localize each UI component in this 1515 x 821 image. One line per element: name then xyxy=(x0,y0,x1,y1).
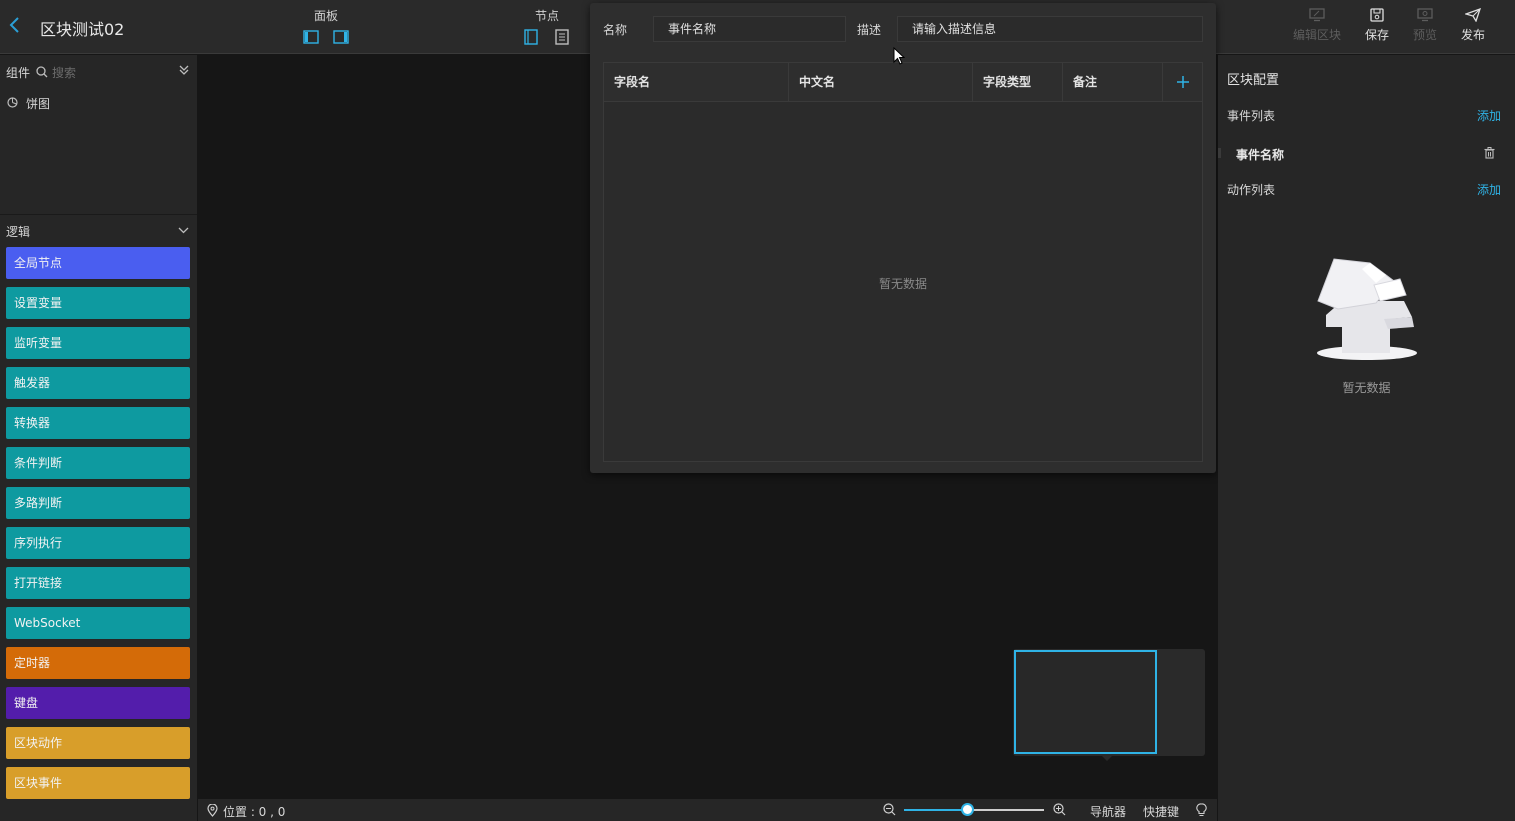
navigator-button[interactable]: 导航器 xyxy=(1090,803,1126,820)
shortcut-button[interactable]: 快捷键 xyxy=(1143,803,1179,820)
edit-block-button[interactable]: 编辑区块 xyxy=(1293,8,1341,43)
event-name-input[interactable]: 事件名称 xyxy=(653,16,846,42)
search-icon xyxy=(36,66,48,81)
block-config-panel: 区块配置 事件列表 添加 事件名称 动作列表 添加 暂无数据 xyxy=(1218,55,1515,821)
logic-node[interactable]: 打开链接 xyxy=(6,567,190,599)
status-bar: 位置 : 0 , 0 导航器 快捷键 xyxy=(198,799,1217,821)
logic-node[interactable]: 全局节点 xyxy=(6,247,190,279)
minimap-pointer xyxy=(1102,756,1112,761)
fields-table: 字段名 中文名 字段类型 备注 暂无数据 xyxy=(603,62,1203,462)
publish-button[interactable]: 发布 xyxy=(1453,7,1493,43)
event-item-marker xyxy=(1218,148,1221,158)
logic-node[interactable]: 区块动作 xyxy=(6,727,190,759)
components-search-input[interactable]: 搜索 xyxy=(52,64,76,81)
logic-node[interactable]: 触发器 xyxy=(6,367,190,399)
preview-label: 预览 xyxy=(1412,28,1437,42)
components-title: 组件 xyxy=(6,66,31,80)
add-field-plus-icon[interactable] xyxy=(1176,75,1190,92)
logic-node[interactable]: WebSocket xyxy=(6,607,190,639)
left-sidebar: 组件 搜索 饼图 逻辑 全局节点设置变量监听变量触发器转换器条件判断多路判断序列… xyxy=(0,55,197,821)
event-editor-popover: 名称 事件名称 描述 请输入描述信息 字段名 中文名 字段类型 备注 暂无数据 xyxy=(590,3,1216,473)
send-icon xyxy=(1453,7,1493,26)
node-view-icon[interactable] xyxy=(523,29,539,45)
save-icon xyxy=(1357,8,1397,26)
save-label: 保存 xyxy=(1364,28,1389,42)
event-list-item[interactable]: 事件名称 xyxy=(1218,139,1515,167)
save-button[interactable]: 保存 xyxy=(1357,8,1397,43)
add-action-button[interactable]: 添加 xyxy=(1477,181,1501,198)
event-item-label: 事件名称 xyxy=(1236,148,1285,162)
add-event-button[interactable]: 添加 xyxy=(1477,107,1501,124)
empty-box-illustration xyxy=(1314,257,1420,366)
edit-block-label: 编辑区块 xyxy=(1293,28,1342,42)
section-divider xyxy=(0,214,197,215)
node-list-icon[interactable] xyxy=(554,29,570,45)
event-list-label: 事件列表 xyxy=(1227,109,1276,123)
preview-icon xyxy=(1405,8,1445,26)
right-panel-toggle-icon[interactable] xyxy=(333,29,349,45)
component-item-label: 饼图 xyxy=(26,97,51,111)
trash-icon[interactable] xyxy=(1484,147,1495,162)
zoom-in-icon[interactable] xyxy=(1053,803,1066,819)
logic-node[interactable]: 键盘 xyxy=(6,687,190,719)
pie-chart-icon xyxy=(7,97,18,111)
column-header-remark: 备注 xyxy=(1063,63,1163,102)
zoom-slider-track[interactable] xyxy=(904,803,1044,816)
publish-label: 发布 xyxy=(1460,28,1485,42)
position-readout: 位置 : 0 , 0 xyxy=(223,805,286,819)
panel-group-label: 面板 xyxy=(314,9,339,23)
minimap-viewport[interactable] xyxy=(1014,650,1157,754)
node-group-label: 节点 xyxy=(535,9,560,23)
preview-button[interactable]: 预览 xyxy=(1405,8,1445,43)
description-input[interactable]: 请输入描述信息 xyxy=(897,16,1203,42)
column-header-field-type: 字段类型 xyxy=(973,63,1063,102)
zoom-out-icon[interactable] xyxy=(883,803,896,819)
minimap[interactable] xyxy=(1013,649,1205,756)
mouse-cursor-icon xyxy=(893,46,906,69)
right-empty-text: 暂无数据 xyxy=(1342,381,1391,395)
zoom-slider-handle[interactable] xyxy=(961,803,974,816)
logic-title: 逻辑 xyxy=(6,225,31,239)
monitor-edit-icon xyxy=(1293,8,1341,26)
table-empty-text: 暂无数据 xyxy=(878,277,927,291)
column-header-cn-name: 中文名 xyxy=(789,63,973,102)
logic-chevron-down-icon[interactable] xyxy=(178,225,189,239)
left-panel-toggle-icon[interactable] xyxy=(303,29,319,45)
name-label: 名称 xyxy=(603,23,628,37)
logic-node[interactable]: 转换器 xyxy=(6,407,190,439)
logic-node[interactable]: 多路判断 xyxy=(6,487,190,519)
logic-node[interactable]: 监听变量 xyxy=(6,327,190,359)
description-label: 描述 xyxy=(857,23,882,37)
logic-node[interactable]: 条件判断 xyxy=(6,447,190,479)
column-header-field-name: 字段名 xyxy=(604,63,789,102)
logic-node[interactable]: 设置变量 xyxy=(6,287,190,319)
logic-node[interactable]: 区块事件 xyxy=(6,767,190,799)
block-config-title: 区块配置 xyxy=(1227,73,1280,88)
collapse-double-chevron-icon[interactable] xyxy=(178,64,190,79)
back-icon[interactable] xyxy=(8,16,26,36)
components-header: 组件 搜索 xyxy=(6,64,191,82)
location-pin-icon xyxy=(207,803,218,820)
lightbulb-icon[interactable] xyxy=(1196,803,1207,820)
logic-node[interactable]: 定时器 xyxy=(6,647,190,679)
action-list-label: 动作列表 xyxy=(1227,183,1276,197)
zoom-slider-fill xyxy=(904,809,967,811)
logic-node[interactable]: 序列执行 xyxy=(6,527,190,559)
page-title: 区块测试02 xyxy=(40,20,125,39)
